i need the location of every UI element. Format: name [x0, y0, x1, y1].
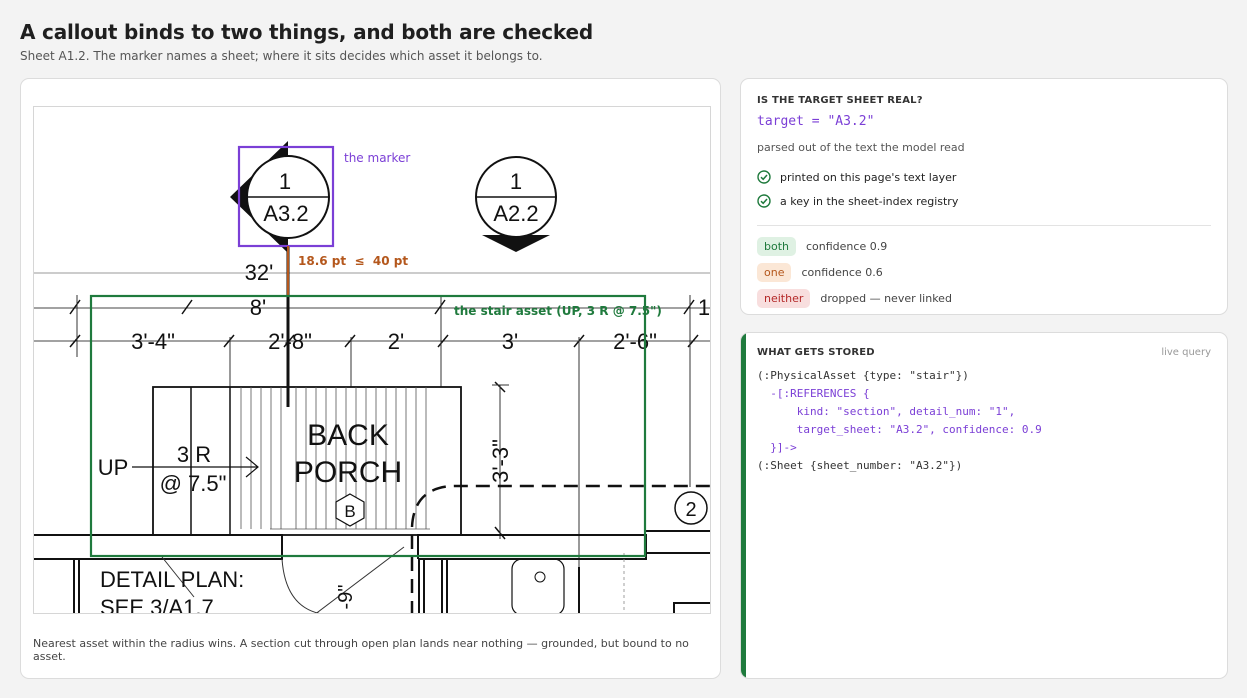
code-line: (:PhysicalAsset {type: "stair"}) — [757, 369, 969, 382]
room-name-line1: BACK — [307, 419, 389, 452]
target-heading: IS THE TARGET SHEET REAL? — [757, 95, 923, 106]
detail-callout-a2-2[interactable]: 1 A2.2 — [475, 156, 557, 252]
dim-9: -9" — [335, 585, 357, 610]
dim-32: 32' — [245, 260, 274, 285]
page-title: A callout binds to two things, and both … — [20, 20, 593, 44]
dim-2: 2' — [388, 329, 404, 354]
callout-detail-number: 1 — [510, 169, 522, 194]
section-callout-marker[interactable]: 1 A3.2 — [230, 141, 330, 253]
code-line: (:Sheet {sheet_number: "A3.2"}) — [757, 459, 963, 472]
one-badge: one — [757, 263, 792, 282]
detail-plan-label: DETAIL PLAN: — [100, 567, 244, 592]
marker-label: the marker — [344, 151, 410, 165]
check-row-text-layer: printed on this page's text layer — [757, 170, 956, 184]
floor-plan-drawing: 2 B 32' 8' 1 3'-4" 2'-8" 2' 3' 2'-6" UP … — [33, 106, 711, 614]
confidence-text: dropped — never linked — [820, 292, 952, 305]
dim-3: 3' — [502, 329, 518, 354]
code-line: kind: "section", detail_num: "1", — [757, 405, 1016, 418]
divider — [757, 225, 1211, 226]
confidence-row-neither: neither dropped — never linked — [757, 289, 952, 308]
page-subtitle: Sheet A1.2. The marker names a sheet; wh… — [20, 49, 543, 63]
stair-asset-label: the stair asset (UP, 3 R @ 7.5") — [454, 304, 662, 318]
room-name-line2: PORCH — [294, 456, 402, 489]
dim-1: 1 — [698, 295, 710, 320]
check-label: a key in the sheet-index registry — [780, 194, 959, 208]
check-circle-icon — [757, 194, 771, 208]
live-query-tag[interactable]: live query — [1161, 347, 1211, 358]
neither-badge: neither — [757, 289, 811, 308]
sink-icon — [511, 558, 565, 613]
check-label: printed on this page's text layer — [780, 170, 957, 184]
distance-label: 18.6 pt ≤ 40 pt — [298, 254, 408, 268]
room-tag-label: B — [344, 502, 355, 521]
check-row-registry: a key in the sheet-index registry — [757, 194, 958, 208]
cypher-code-block: (:PhysicalAsset {type: "stair"}) -[:REFE… — [757, 367, 1042, 475]
target-note: parsed out of the text the model read — [757, 141, 965, 154]
confidence-row-both: both confidence 0.9 — [757, 237, 887, 256]
up-label: UP — [98, 455, 129, 480]
riser-height-label: @ 7.5" — [160, 471, 227, 496]
dim-8: 8' — [250, 295, 266, 320]
accent-bar — [741, 333, 746, 678]
dim-3-4: 3'-4" — [131, 329, 175, 354]
plan-caption: Nearest asset within the radius wins. A … — [33, 637, 689, 663]
target-check-card: IS THE TARGET SHEET REAL? target = "A3.2… — [740, 78, 1228, 315]
target-code: target = "A3.2" — [757, 114, 875, 129]
marker-sheet-number: A3.2 — [263, 201, 308, 226]
plan-card: 2 B 32' 8' 1 3'-4" 2'-8" 2' 3' 2'-6" UP … — [20, 78, 721, 679]
dim-3-3: 3'-3" — [488, 439, 513, 483]
code-line: -[:REFERENCES { — [757, 387, 870, 400]
grid-bubble-label: 2 — [685, 499, 696, 521]
marker-detail-number: 1 — [279, 169, 291, 194]
check-circle-icon — [757, 170, 771, 184]
detail-plan-ref: SEE 3/A1.7 — [100, 595, 214, 614]
confidence-row-one: one confidence 0.6 — [757, 263, 883, 282]
drain-icon — [534, 571, 546, 583]
code-line: }]-> — [757, 441, 797, 454]
dim-2-8: 2'-8" — [268, 329, 312, 354]
code-line: target_sheet: "A3.2", confidence: 0.9 — [757, 423, 1042, 436]
overhead-dashed-line — [410, 484, 710, 613]
risers-label: 3 R — [177, 442, 211, 467]
stored-query-card: WHAT GETS STORED live query (:PhysicalAs… — [740, 332, 1228, 679]
both-badge: both — [757, 237, 796, 256]
confidence-text: confidence 0.9 — [806, 240, 888, 253]
callout-sheet-number: A2.2 — [493, 201, 538, 226]
confidence-text: confidence 0.6 — [801, 266, 883, 279]
stored-heading: WHAT GETS STORED — [757, 347, 875, 358]
dim-2-6: 2'-6" — [613, 329, 657, 354]
